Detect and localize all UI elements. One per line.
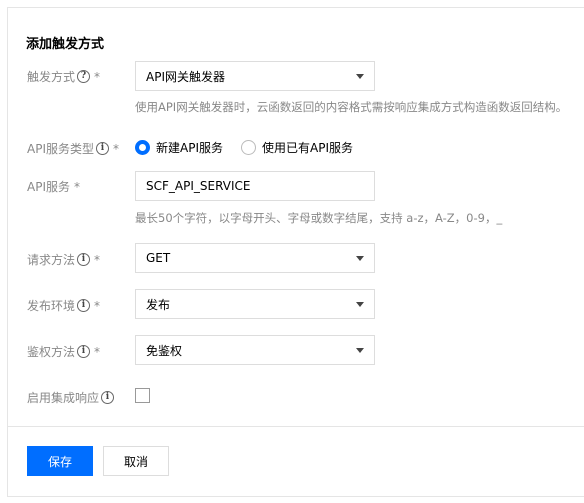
chevron-down-icon	[356, 348, 364, 353]
question-circle-icon[interactable]: ?	[77, 70, 91, 83]
auth-method-label-text: 鉴权方法	[27, 345, 76, 359]
save-button[interactable]: 保存	[27, 446, 93, 476]
api-service-label: API服务 *	[27, 178, 80, 195]
radio-new-api-service[interactable]: 新建API服务	[135, 139, 223, 156]
integration-response-checkbox[interactable]	[135, 388, 150, 403]
api-service-type-radio-group: 新建API服务 使用已有API服务	[135, 139, 371, 156]
form-title: 添加触发方式	[26, 37, 105, 52]
request-method-label: 请求方法 i *	[27, 251, 100, 268]
required-mark: *	[94, 69, 101, 84]
required-mark: *	[94, 344, 101, 359]
api-service-type-label-text: API服务类型	[27, 142, 94, 156]
chevron-down-icon	[356, 74, 364, 79]
auth-method-value: 免鉴权	[146, 343, 183, 358]
radio-existing-api-service[interactable]: 使用已有API服务	[241, 139, 353, 156]
info-circle-icon[interactable]: i	[77, 345, 91, 358]
integration-response-label-text: 启用集成响应	[27, 391, 100, 405]
request-method-select[interactable]: GET	[135, 243, 375, 273]
info-circle-icon[interactable]: i	[77, 253, 91, 266]
required-mark: *	[94, 252, 101, 267]
trigger-method-select[interactable]: API网关触发器	[135, 61, 375, 91]
required-mark: *	[113, 141, 119, 156]
radio-checked-icon[interactable]	[135, 140, 150, 155]
release-env-label: 发布环境 i *	[27, 297, 100, 314]
release-env-value: 发布	[146, 297, 171, 312]
required-mark: *	[94, 298, 101, 313]
trigger-method-value: API网关触发器	[146, 69, 225, 84]
footer-divider	[7, 426, 584, 427]
trigger-method-label-text: 触发方式	[27, 70, 76, 84]
auth-method-label: 鉴权方法 i *	[27, 343, 100, 360]
integration-response-label: 启用集成响应 i	[27, 389, 115, 406]
radio-unchecked-icon[interactable]	[241, 140, 256, 155]
required-mark: *	[74, 179, 80, 194]
api-service-hint: 最长50个字符，以字母开头、字母或数字结尾，支持 a-z，A-Z，0-9，_	[135, 211, 503, 225]
release-env-select[interactable]: 发布	[135, 289, 375, 319]
radio-new-api-service-label: 新建API服务	[156, 141, 223, 155]
cancel-button[interactable]: 取消	[103, 446, 169, 476]
info-circle-icon[interactable]: i	[101, 391, 115, 404]
trigger-method-label: 触发方式 ? *	[27, 68, 100, 85]
api-service-input[interactable]	[135, 171, 375, 201]
release-env-label-text: 发布环境	[27, 299, 76, 313]
api-service-type-label: API服务类型 i *	[27, 140, 119, 157]
trigger-method-hint: 使用API网关触发器时，云函数返回的内容格式需按响应集成方式构造函数返回结构。	[135, 100, 568, 114]
chevron-down-icon	[356, 256, 364, 261]
request-method-value: GET	[146, 251, 171, 265]
api-service-label-text: API服务	[27, 180, 70, 194]
info-circle-icon[interactable]: i	[96, 142, 109, 155]
chevron-down-icon	[356, 302, 364, 307]
auth-method-select[interactable]: 免鉴权	[135, 335, 375, 365]
request-method-label-text: 请求方法	[27, 253, 76, 267]
radio-existing-api-service-label: 使用已有API服务	[262, 141, 353, 155]
info-circle-icon[interactable]: i	[77, 299, 91, 312]
